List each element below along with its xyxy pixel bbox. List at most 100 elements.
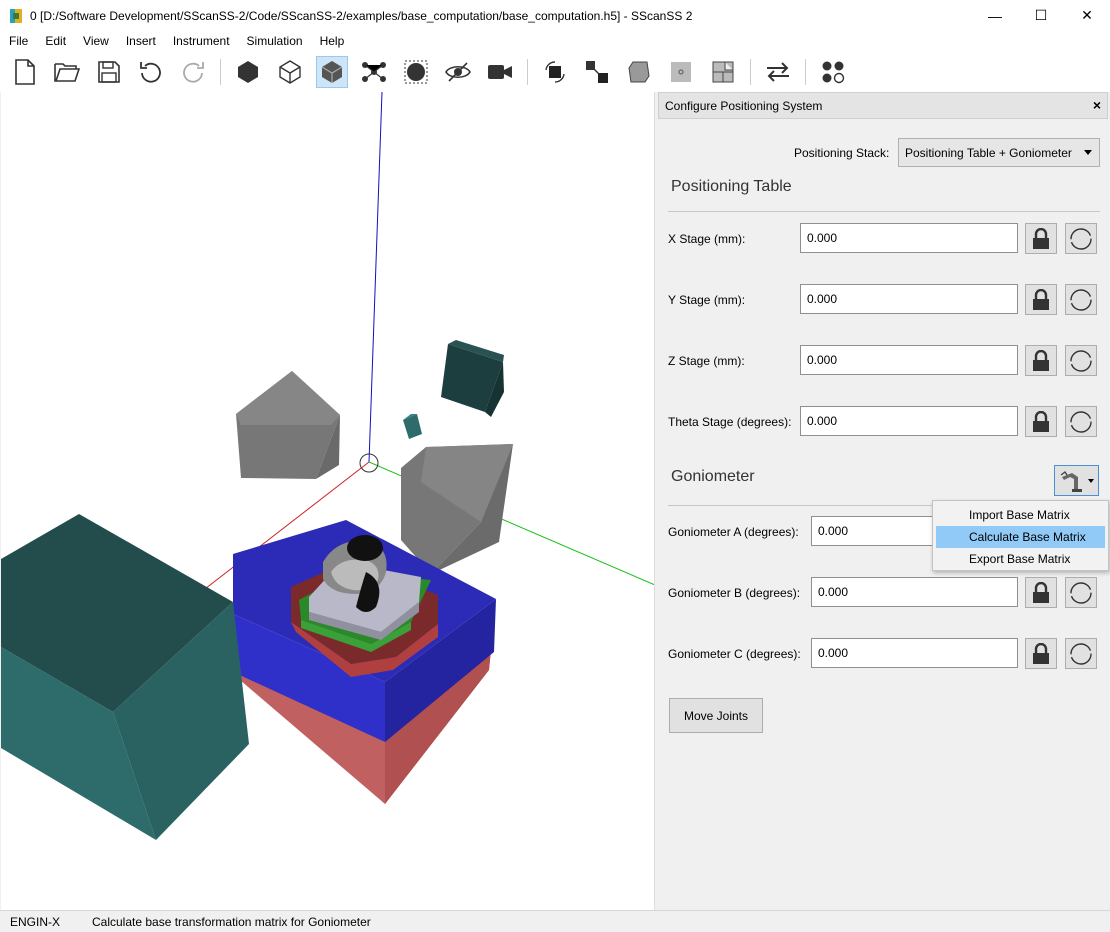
import-base-matrix-item[interactable]: Import Base Matrix — [936, 504, 1105, 526]
goniometer-heading: Goniometer — [671, 468, 755, 485]
toolbar-separator — [750, 59, 751, 85]
theta-stage-limits-button[interactable] — [1065, 406, 1097, 437]
goniometer-b-lock-button[interactable] — [1025, 577, 1057, 608]
limits-icon — [1070, 288, 1092, 311]
z-axis — [368, 92, 383, 463]
z-stage-input[interactable]: 0.000 — [800, 345, 1018, 375]
base-matrix-menu: Import Base Matrix Calculate Base Matrix… — [932, 500, 1109, 571]
undo-icon[interactable] — [135, 56, 167, 88]
open-folder-icon[interactable] — [51, 56, 83, 88]
3d-viewport[interactable] — [1, 92, 655, 910]
export-base-matrix-item[interactable]: Export Base Matrix — [936, 548, 1105, 570]
app-logo-icon — [10, 8, 22, 23]
z-stage-label: Z Stage (mm): — [668, 354, 745, 368]
toolbar — [0, 52, 1110, 92]
goniometer-b-label: Goniometer B (degrees): — [668, 586, 801, 600]
limits-icon — [1070, 642, 1092, 665]
menu-file[interactable]: File — [0, 31, 36, 52]
y-stage-input[interactable]: 0.000 — [800, 284, 1018, 314]
divider — [668, 211, 1100, 212]
y-stage-limits-button[interactable] — [1065, 284, 1097, 315]
chevron-down-icon — [1088, 479, 1094, 483]
base-matrix-menu-button[interactable] — [1054, 465, 1099, 496]
toolbar-separator — [805, 59, 806, 85]
wireframe-render-icon[interactable] — [274, 56, 306, 88]
toolbar-separator — [527, 59, 528, 85]
lock-icon — [1033, 410, 1049, 432]
lock-icon — [1033, 581, 1049, 603]
move-joints-button[interactable]: Move Joints — [669, 698, 763, 733]
redo-icon[interactable] — [177, 56, 209, 88]
title-bar: 0 [D:/Software Development/SScanSS-2/Cod… — [0, 0, 1110, 31]
positioning-stack-select[interactable]: Positioning Table + Goniometer — [898, 138, 1100, 167]
x-stage-input[interactable]: 0.000 — [800, 223, 1018, 253]
x-stage-lock-button[interactable] — [1025, 223, 1057, 254]
theta-stage-input[interactable]: 0.000 — [800, 406, 1018, 436]
large-teal-cube — [1, 514, 249, 840]
minimize-button[interactable]: — — [972, 0, 1018, 31]
goniometer-b-input[interactable]: 0.000 — [811, 577, 1018, 607]
solid-render-icon[interactable] — [232, 56, 264, 88]
lock-icon — [1033, 349, 1049, 371]
calculate-base-matrix-item[interactable]: Calculate Base Matrix — [936, 526, 1105, 548]
z-stage-limits-button[interactable] — [1065, 345, 1097, 376]
panel-header: Configure Positioning System × — [658, 92, 1108, 119]
rotate-sample-icon[interactable] — [539, 56, 571, 88]
fiducials-icon[interactable] — [358, 56, 390, 88]
status-bar: ENGIN-X Calculate base transformation ma… — [0, 910, 1110, 932]
goniometer-c-lock-button[interactable] — [1025, 638, 1057, 669]
maximize-button[interactable]: ☐ — [1018, 0, 1064, 31]
small-teal-cube — [403, 414, 422, 439]
toolbar-separator — [220, 59, 221, 85]
positioning-system-panel: Configure Positioning System × Positioni… — [657, 92, 1109, 910]
y-stage-lock-button[interactable] — [1025, 284, 1057, 315]
menu-simulation[interactable]: Simulation — [238, 31, 311, 52]
close-window-button[interactable]: ✕ — [1064, 0, 1110, 31]
x-stage-label: X Stage (mm): — [668, 232, 746, 246]
menu-view[interactable]: View — [74, 31, 117, 52]
theta-stage-lock-button[interactable] — [1025, 406, 1057, 437]
dark-teal-cube — [441, 340, 504, 417]
theta-stage-label: Theta Stage (degrees): — [668, 415, 792, 429]
limits-icon — [1070, 410, 1092, 433]
lock-icon — [1033, 642, 1049, 664]
menu-help[interactable]: Help — [311, 31, 353, 52]
save-icon[interactable] — [93, 56, 125, 88]
z-stage-lock-button[interactable] — [1025, 345, 1057, 376]
move-origin-icon[interactable] — [665, 56, 697, 88]
positioning-table-heading: Positioning Table — [671, 178, 792, 195]
y-stage-label: Y Stage (mm): — [668, 293, 746, 307]
transparent-render-icon[interactable] — [316, 56, 348, 88]
transform-matrix-icon[interactable] — [623, 56, 655, 88]
grey-block-right — [401, 444, 513, 574]
plane-align-icon[interactable] — [707, 56, 739, 88]
positioning-stack-value: Positioning Table + Goniometer — [905, 145, 1072, 160]
goniometer-a-label: Goniometer A (degrees): — [668, 525, 799, 539]
scene-canvas[interactable] — [1, 92, 655, 910]
goniometer-b-limits-button[interactable] — [1065, 577, 1097, 608]
new-file-icon[interactable] — [9, 56, 41, 88]
translate-sample-icon[interactable] — [581, 56, 613, 88]
menu-edit[interactable]: Edit — [36, 31, 74, 52]
swap-icon[interactable] — [762, 56, 794, 88]
x-stage-limits-button[interactable] — [1065, 223, 1097, 254]
status-message: Calculate base transformation matrix for… — [92, 914, 371, 929]
measurement-points-icon[interactable] — [400, 56, 432, 88]
toggle-visibility-icon[interactable] — [442, 56, 474, 88]
panel-close-button[interactable]: × — [1093, 97, 1101, 113]
limits-icon — [1070, 581, 1092, 604]
camera-icon[interactable] — [484, 56, 516, 88]
window-title: 0 [D:/Software Development/SScanSS-2/Cod… — [30, 8, 693, 23]
collimator-icon[interactable] — [817, 56, 849, 88]
lock-icon — [1033, 288, 1049, 310]
chevron-down-icon — [1084, 150, 1092, 155]
limits-icon — [1070, 227, 1092, 250]
goniometer-c-input[interactable]: 0.000 — [811, 638, 1018, 668]
menu-insert[interactable]: Insert — [117, 31, 164, 52]
goniometer-c-limits-button[interactable] — [1065, 638, 1097, 669]
menu-instrument[interactable]: Instrument — [164, 31, 238, 52]
robot-arm-icon — [1060, 470, 1082, 492]
instrument-name: ENGIN-X — [10, 914, 61, 929]
limits-icon — [1070, 349, 1092, 372]
lock-icon — [1033, 227, 1049, 249]
